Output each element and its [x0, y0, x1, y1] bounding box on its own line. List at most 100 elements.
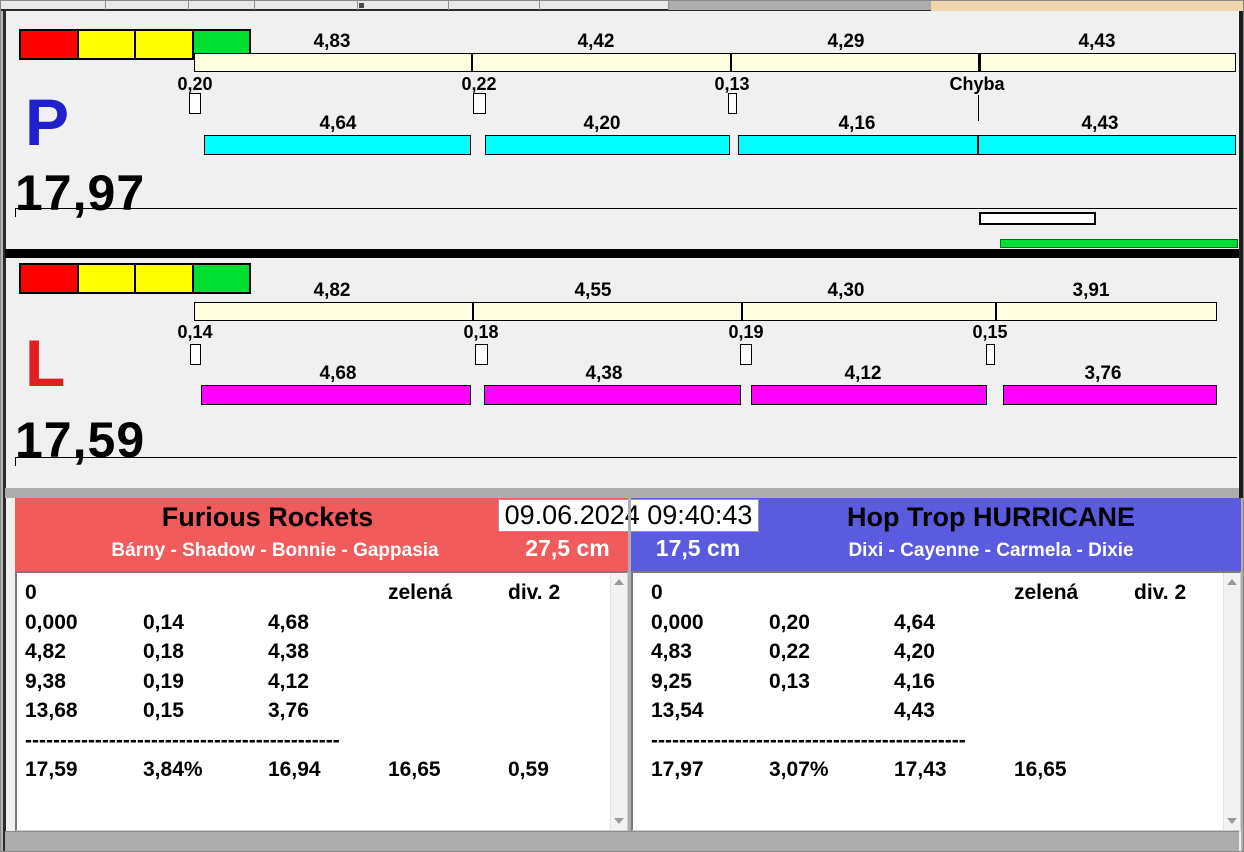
lane-p-run-bar-3	[738, 135, 978, 155]
lane-l-letter: L	[25, 326, 66, 400]
lane-divider	[5, 249, 1239, 258]
traffic-light-red	[21, 265, 79, 292]
lane-l-full-split-3: 4,30	[827, 280, 865, 301]
cell: 0,19	[143, 669, 184, 693]
division-label: div. 2	[1134, 581, 1187, 604]
lane-p-run-bar-4	[978, 135, 1236, 155]
scrollbar[interactable]	[610, 573, 627, 830]
lane-l-run-bar-1	[201, 385, 471, 405]
cell: 4,38	[268, 640, 309, 663]
lane-p-change-box-2	[473, 93, 486, 114]
team-right-result-table[interactable]: 0 zelená div. 2 0,000 0,20 4,64 4,83 0,22 4,20…	[631, 571, 1241, 831]
scroll-down-icon[interactable]	[1227, 818, 1237, 824]
cell: 0,13	[769, 669, 810, 693]
divider-line	[15, 457, 1237, 458]
lane-p-cumulative-bar	[194, 53, 1236, 72]
lane-p-full-split-2: 4,42	[577, 31, 615, 52]
cell: 4,64	[894, 610, 935, 634]
table-totals-row: 17,59 3,84% 16,94 16,65 0,59	[25, 755, 627, 785]
division-label: div. 2	[508, 581, 561, 604]
lane-p-full-split-1: 4,83	[313, 31, 351, 52]
top-toolbar[interactable]	[1, 1, 1243, 11]
lane-l-run-4: 3,76	[1084, 363, 1122, 384]
cell: 0,18	[143, 640, 184, 663]
scroll-up-icon[interactable]	[614, 579, 624, 585]
total-ref: 16,65	[388, 758, 441, 781]
table-content: 0 zelená div. 2 0,000 0,14 4,68 4,82 0,18 4,38…	[17, 573, 627, 785]
table-content: 0 zelená div. 2 0,000 0,20 4,64 4,83 0,22 4,20…	[633, 573, 1240, 785]
table-row: 13,54 4,43	[651, 696, 1240, 726]
progress-outline-box	[979, 212, 1096, 225]
traffic-light-yellow	[78, 31, 136, 58]
green-progress-bar	[1000, 239, 1238, 248]
lane-l-run-1: 4,68	[319, 363, 357, 384]
lane-p-change-2: 0,22	[461, 74, 497, 94]
lane-l-change-box-3	[740, 344, 752, 365]
lane-p-change-box-3	[728, 93, 737, 114]
cell: 13,68	[25, 699, 78, 722]
dropdown-arrow-icon[interactable]	[359, 3, 364, 8]
team-right-height: 17,5 cm	[655, 535, 741, 561]
lane-p-total-time: 17,97	[15, 165, 146, 221]
table-totals-row: 17,97 3,07% 17,43 16,65	[651, 755, 1240, 785]
lane-l-change-1: 0,14	[177, 322, 213, 342]
bar-separator	[471, 54, 473, 71]
total-net: 16,94	[268, 758, 321, 781]
lane-l-full-split-1: 4,82	[313, 280, 351, 301]
lane-p-run-2: 4,20	[583, 113, 621, 134]
cell: 4,43	[894, 699, 935, 722]
cell: 0,000	[651, 610, 704, 634]
team-right-dogs: Dixi - Cayenne - Carmela - Dixie	[848, 540, 1134, 561]
toolbar-divider	[539, 1, 540, 10]
tick-mark	[15, 458, 16, 466]
table-row: 4,83 0,22 4,20	[651, 637, 1240, 667]
toolbar-tan-area	[931, 1, 1243, 11]
lane-l-change-2: 0,18	[463, 322, 499, 342]
team-left-result-table[interactable]: 0 zelená div. 2 0,000 0,14 4,68 4,82 0,18 4,38…	[15, 571, 628, 831]
cell: 3,76	[268, 699, 309, 722]
table-row: 0,000 0,20 4,64	[651, 608, 1240, 638]
color-label: zelená	[1014, 581, 1079, 604]
table-divider-row: ----------------------------------------…	[25, 728, 340, 752]
start-value: 0	[651, 581, 663, 604]
traffic-light-green	[193, 265, 249, 292]
lane-l-run-bar-2	[484, 385, 741, 405]
bar-separator	[730, 54, 732, 71]
total-net: 17,43	[894, 758, 947, 781]
cell: 0,20	[769, 610, 810, 634]
cell: 4,68	[268, 610, 309, 634]
lane-l-change-box-2	[475, 344, 488, 365]
team-left-height: 27,5 cm	[525, 535, 610, 561]
lane-l-full-split-4: 3,91	[1072, 280, 1110, 301]
toolbar-divider	[188, 1, 189, 10]
lane-p-change-1: 0,20	[177, 74, 213, 94]
lane-l-run-bar-4	[1003, 385, 1217, 405]
lane-l-change-3: 0,19	[728, 322, 764, 342]
total-time: 17,97	[651, 758, 704, 781]
scrollbar[interactable]	[1223, 573, 1240, 830]
section-separator	[5, 488, 1239, 498]
cell: 9,25	[651, 669, 692, 693]
scroll-up-icon[interactable]	[1227, 579, 1237, 585]
lane-p-error-mark	[978, 95, 979, 121]
lane-l-change-box-4	[986, 344, 995, 365]
tick-mark	[15, 209, 16, 217]
traffic-light-yellow	[136, 31, 194, 58]
toolbar-segment[interactable]	[668, 1, 931, 10]
lane-l-full-split-2: 4,55	[574, 280, 612, 301]
total-percent: 3,84%	[143, 758, 203, 781]
team-right-name: Hop Trop HURRICANE	[847, 502, 1135, 532]
total-time: 17,59	[25, 758, 78, 781]
lane-l-change-4: 0,15	[972, 322, 1008, 342]
lane-p-run-4: 4,43	[1081, 113, 1119, 134]
total-percent: 3,07%	[769, 758, 829, 781]
start-value: 0	[25, 581, 37, 604]
toolbar-divider	[357, 1, 358, 10]
table-divider-row: ----------------------------------------…	[651, 728, 966, 752]
lane-p-letter: P	[25, 85, 70, 159]
cell: 4,16	[894, 669, 935, 693]
lane-l-change-box-1	[190, 344, 201, 365]
traffic-light-yellow	[136, 265, 194, 292]
scroll-down-icon[interactable]	[614, 818, 624, 824]
toolbar-divider	[254, 1, 255, 10]
